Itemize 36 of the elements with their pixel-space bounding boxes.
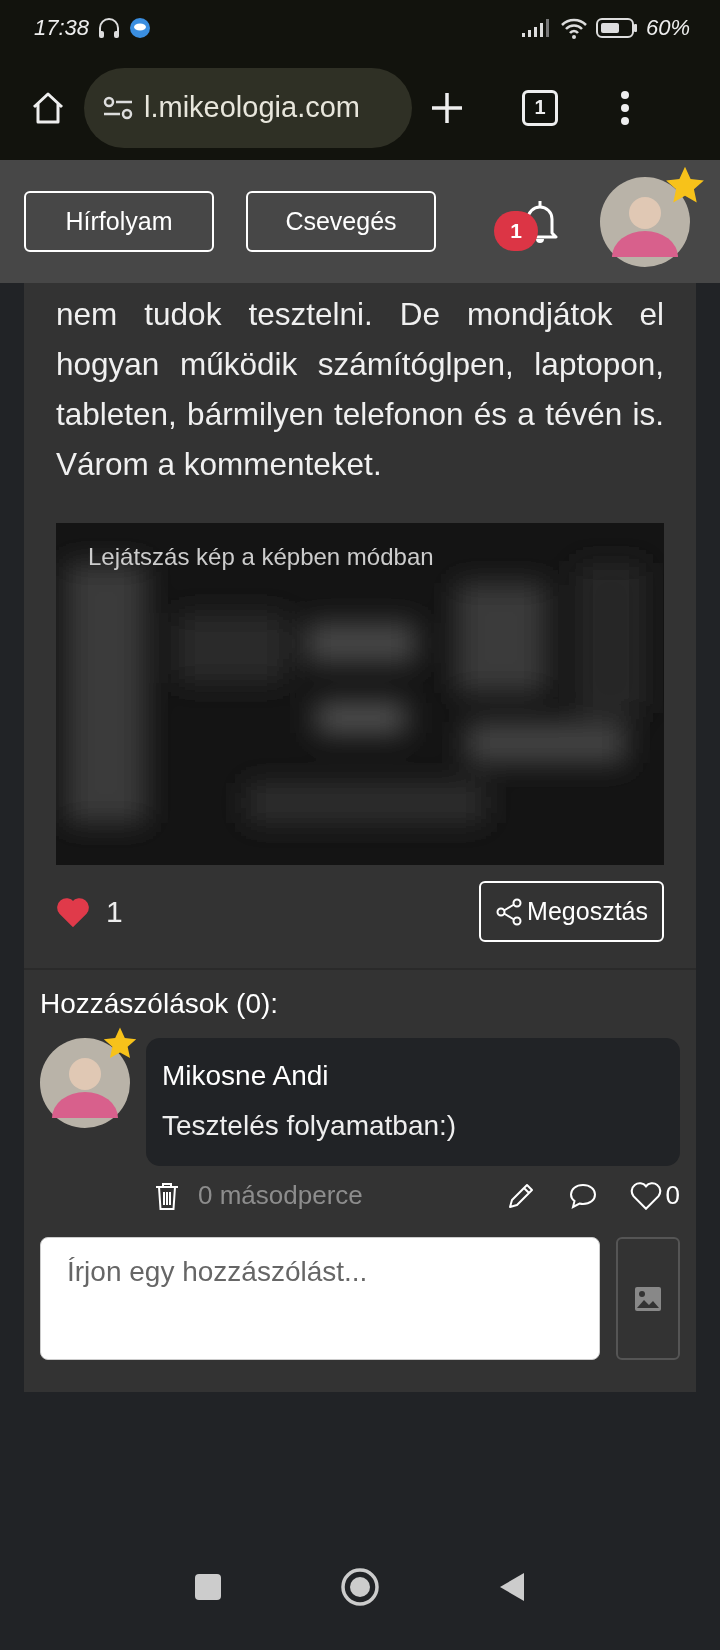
comment-input[interactable]: Írjon egy hozzászólást...	[40, 1237, 600, 1360]
back-icon[interactable]	[498, 1571, 526, 1603]
address-bar[interactable]: l.mikeologia.com	[84, 67, 412, 148]
url-text: l.mikeologia.com	[144, 91, 360, 124]
headphones-icon	[97, 16, 122, 39]
more-icon[interactable]	[620, 90, 630, 125]
comment-time: 0 másodperce	[198, 1180, 363, 1211]
image-upload-button[interactable]	[616, 1237, 680, 1360]
site-settings-icon[interactable]	[102, 94, 134, 121]
trash-icon[interactable]	[154, 1180, 180, 1211]
video-caption: Lejátszás kép a képben módban	[88, 543, 434, 571]
recents-icon[interactable]	[194, 1573, 222, 1601]
weather-icon	[129, 16, 152, 39]
home-button-icon[interactable]	[340, 1567, 380, 1607]
signal-icon	[521, 18, 552, 37]
speech-bubble-icon[interactable]	[567, 1181, 598, 1210]
comment-author[interactable]: Mikosne Andi	[162, 1060, 329, 1092]
wifi-icon	[559, 16, 588, 39]
nav-button[interactable]: Csevegés	[246, 191, 436, 252]
post-text: nem tudok tesztelni. De mondjátok el hogyan működik számítóglpen, laptopon, tableten, bármilyen telefonon és a tévén is. Várom a kommenteket.	[56, 295, 664, 484]
share-icon	[495, 897, 524, 926]
nav-button[interactable]: Hírfolyam	[24, 191, 214, 252]
avatar[interactable]	[600, 176, 690, 267]
new-tab-icon[interactable]	[430, 90, 464, 125]
battery-level: 60%	[645, 14, 690, 41]
like-count: 1	[106, 894, 123, 929]
image-icon	[634, 1285, 662, 1312]
status-time: 17:38	[34, 14, 90, 41]
comments-heading: Hozzászólások (0):	[40, 988, 280, 1020]
comment-text: Tesztelés folyamatban:)	[162, 1110, 457, 1142]
like-count: 0	[665, 1180, 680, 1211]
share-button[interactable]: Megosztás	[479, 881, 664, 942]
tab-count[interactable]: 1	[522, 89, 558, 126]
notification-badge: 1	[494, 210, 538, 251]
battery-icon	[595, 17, 638, 38]
avatar[interactable]	[40, 1038, 130, 1128]
